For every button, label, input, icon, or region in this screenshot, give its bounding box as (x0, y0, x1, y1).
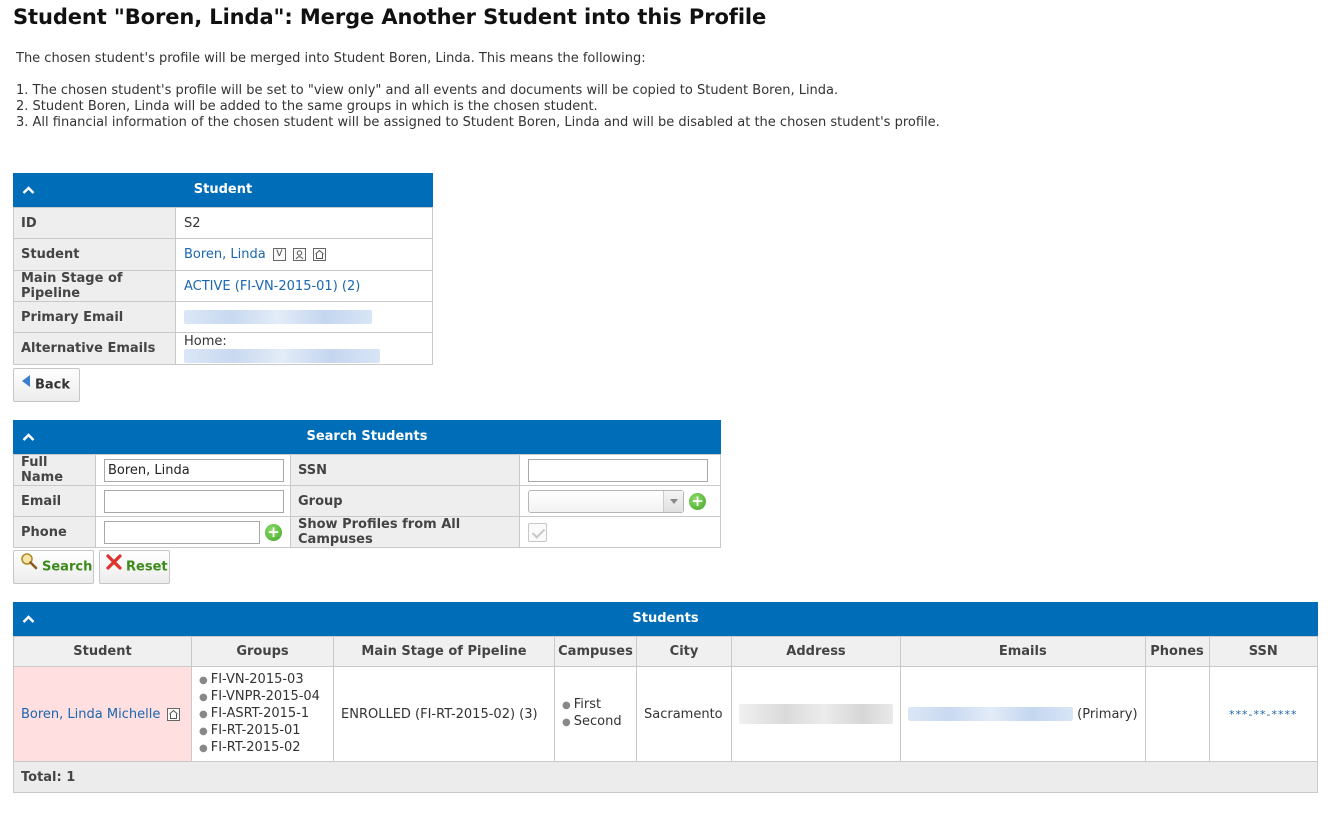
intro-point-2: 2. Student Boren, Linda will be added to… (16, 99, 598, 114)
collapse-caret-icon[interactable] (22, 420, 36, 454)
list-item: ● FI-ASRT-2015-1 (199, 705, 310, 721)
search-form-table: Full Name SSN Email Group + Phone + Show… (13, 454, 721, 548)
pipeline-link[interactable]: ACTIVE (FI-VN-2015-01) (2) (184, 279, 360, 294)
email-label: Email (13, 485, 96, 517)
pipeline-cell: ENROLLED (FI-RT-2015-02) (3) (333, 666, 555, 762)
add-phone-icon[interactable]: + (265, 523, 282, 541)
alt-emails-label: Alternative Emails (13, 332, 176, 365)
list-item: ● FI-RT-2015-01 (199, 722, 301, 738)
phones-cell (1144, 666, 1210, 762)
list-item: ● First (562, 697, 602, 712)
student-panel-header[interactable]: Student (13, 173, 433, 207)
email-primary-tag: (Primary) (1077, 706, 1138, 722)
primary-email-label: Primary Email (13, 301, 176, 333)
column-header-emails[interactable]: Emails (900, 636, 1146, 667)
student-link[interactable]: Boren, Linda (184, 247, 266, 262)
id-label: ID (13, 207, 176, 239)
primary-email-redacted[interactable] (184, 310, 372, 324)
pipeline-label: Main Stage of Pipeline (13, 270, 176, 302)
column-header-address[interactable]: Address (731, 636, 901, 667)
intro-point-3: 3. All financial information of the chos… (16, 115, 940, 130)
column-header-city[interactable]: City (636, 636, 732, 667)
list-item: ● FI-VNPR-2015-04 (199, 688, 320, 704)
student-info-table: ID S2 Student Boren, Linda V Main Stage … (13, 207, 433, 365)
student-panel-title: Student (193, 182, 253, 197)
column-header-pipeline[interactable]: Main Stage of Pipeline (333, 636, 555, 667)
campus-icon[interactable] (313, 248, 327, 261)
column-header-ssn[interactable]: SSN (1208, 636, 1319, 667)
group-select[interactable] (528, 489, 684, 513)
ssn-link[interactable]: ***-**-**** (1229, 708, 1297, 721)
search-label: Search (42, 559, 93, 575)
student-label: Student (13, 238, 176, 271)
collapse-caret-icon[interactable] (22, 173, 36, 207)
city-cell: Sacramento (636, 666, 732, 762)
groups-cell: ● FI-VN-2015-03 ● FI-VNPR-2015-04 ● FI-ASRT… (191, 666, 334, 762)
collapse-caret-icon[interactable] (22, 602, 36, 636)
profile-icon[interactable] (293, 248, 307, 261)
address-cell (731, 666, 901, 762)
total-count: Total: 1 (13, 761, 1318, 793)
search-panel-title: Search Students (306, 429, 428, 444)
emails-cell: (Primary) (900, 666, 1146, 762)
email-redacted[interactable] (908, 707, 1073, 721)
merge-intro: The chosen student's profile will be mer… (16, 51, 940, 131)
students-panel-header[interactable]: Students (13, 602, 1318, 636)
column-header-phones[interactable]: Phones (1144, 636, 1210, 667)
back-label: Back (35, 377, 71, 393)
campus-icon[interactable] (167, 707, 181, 721)
back-button[interactable]: Back (13, 368, 80, 402)
ssn-label: SSN (290, 454, 520, 486)
phone-label: Phone (13, 516, 96, 548)
reset-label: Reset (126, 559, 168, 575)
alt-email-redacted[interactable] (184, 349, 380, 363)
id-value: S2 (175, 207, 433, 239)
add-group-icon[interactable]: + (689, 492, 706, 510)
all-campuses-checkbox[interactable] (528, 522, 547, 542)
email-input[interactable] (104, 489, 284, 513)
address-redacted (739, 704, 893, 724)
search-panel-header[interactable]: Search Students (13, 420, 721, 454)
group-label: Group (290, 485, 520, 517)
column-header-student[interactable]: Student (13, 636, 192, 667)
column-header-groups[interactable]: Groups (191, 636, 334, 667)
column-header-campuses[interactable]: Campuses (554, 636, 637, 667)
alt-email-prefix: Home: (184, 333, 227, 349)
result-student-link[interactable]: Boren, Linda Michelle (21, 707, 160, 722)
red-x-icon (106, 551, 122, 583)
list-item: ● FI-VN-2015-03 (199, 671, 304, 687)
search-button[interactable]: Search (13, 550, 94, 584)
campuses-cell: ● First ● Second (554, 666, 637, 762)
students-panel-title: Students (632, 611, 699, 626)
list-item: ● Second (562, 714, 622, 729)
full-name-label: Full Name (13, 454, 96, 486)
intro-point-1: 1. The chosen student's profile will be … (16, 83, 839, 98)
list-item: ● FI-RT-2015-02 (199, 739, 301, 755)
v-icon[interactable]: V (272, 248, 286, 261)
ssn-input[interactable] (528, 458, 708, 482)
page-title: Student "Boren, Linda": Merge Another St… (13, 5, 767, 29)
reset-button[interactable]: Reset (99, 550, 170, 584)
intro-lead: The chosen student's profile will be mer… (16, 51, 646, 66)
back-arrow-icon (20, 369, 31, 401)
table-row: Boren, Linda Michelle ● FI-VN-2015-03 ● FI… (13, 666, 1319, 762)
students-table: Student Groups Main Stage of Pipeline Ca… (13, 636, 1319, 793)
magnifier-icon (20, 551, 38, 583)
phone-input[interactable] (104, 520, 260, 544)
chevron-down-icon[interactable] (663, 490, 683, 512)
all-campuses-label: Show Profiles from All Campuses (290, 516, 520, 548)
full-name-input[interactable] (104, 458, 284, 482)
